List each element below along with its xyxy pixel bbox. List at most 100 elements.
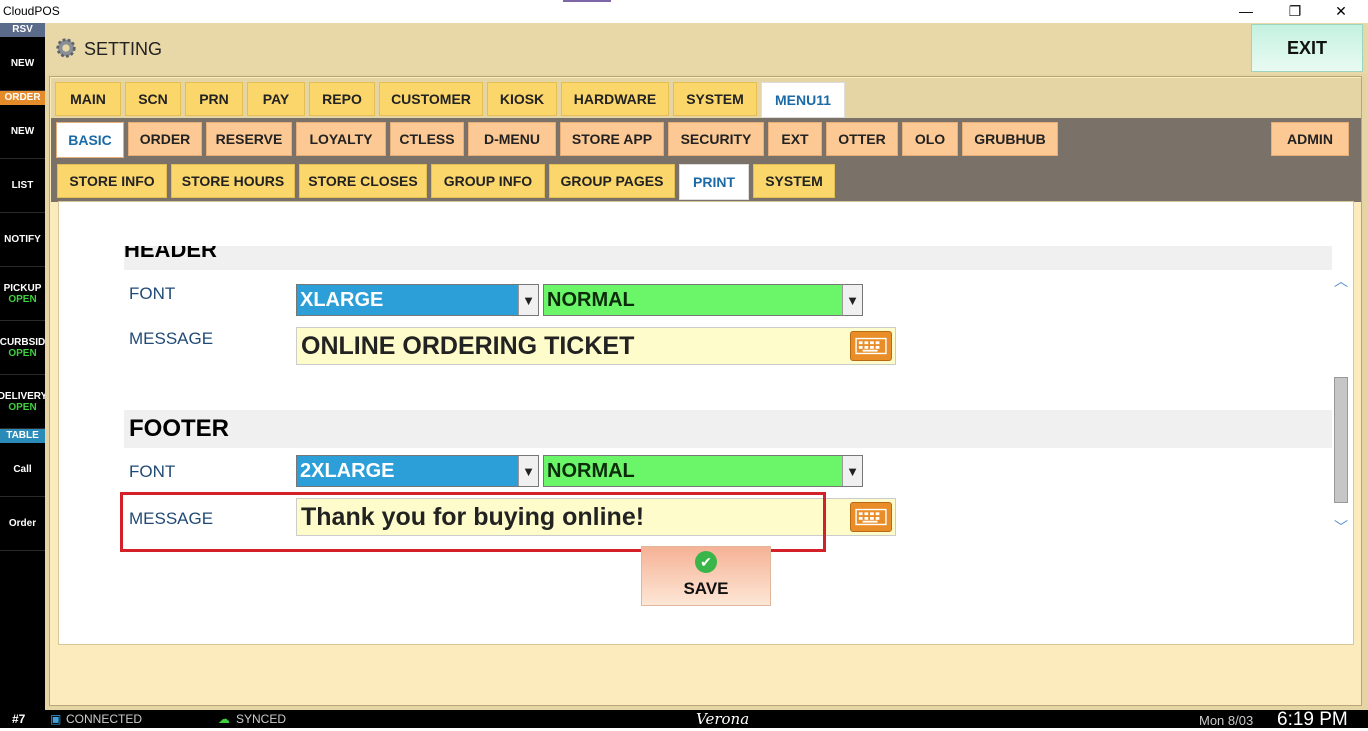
taskbar-accent — [563, 0, 611, 2]
save-button[interactable]: ✔ SAVE — [641, 546, 771, 606]
tab-store-app[interactable]: STORE APP — [560, 122, 664, 156]
tab-basic[interactable]: BASIC — [56, 122, 124, 158]
tab-reserve[interactable]: RESERVE — [206, 122, 292, 156]
scroll-up-icon[interactable]: ︿ — [1332, 271, 1350, 291]
exit-button[interactable]: EXIT — [1251, 24, 1363, 72]
header-font-style-select[interactable]: NORMAL ▼ — [543, 284, 863, 316]
sidebar-item-label: Order — [8, 518, 37, 529]
header-message-label: MESSAGE — [129, 329, 214, 348]
tab-system[interactable]: SYSTEM — [673, 82, 757, 116]
tab-scn[interactable]: SCN — [125, 82, 181, 116]
third-tab-row: STORE INFO STORE HOURS STORE CLOSES GROU… — [51, 160, 1361, 202]
store-name: Verona — [696, 710, 750, 728]
header-font-label: FONT — [129, 284, 176, 303]
curbside-status: OPEN — [8, 347, 37, 359]
tab-olo[interactable]: OLO — [902, 122, 958, 156]
header-font-size-value: XLARGE — [300, 288, 384, 311]
content-scrollbar[interactable]: ︿ ﹀ — [1332, 271, 1350, 535]
minimize-button[interactable]: — — [1223, 0, 1269, 23]
sidebar-item-label: LIST — [11, 180, 34, 191]
footer-font-size-select[interactable]: 2XLARGE ▼ — [296, 455, 539, 487]
footer-font-style-select[interactable]: NORMAL ▼ — [543, 455, 863, 487]
header-message-input[interactable]: ONLINE ORDERING TICKET — [296, 327, 896, 365]
rsv-new-label: NEW — [10, 58, 35, 69]
tab-store-info[interactable]: STORE INFO — [57, 164, 167, 198]
rsv-header: RSV — [0, 23, 45, 37]
tab-store-hours[interactable]: STORE HOURS — [171, 164, 295, 198]
tab-ctless[interactable]: CTLESS — [390, 122, 464, 156]
keyboard-icon[interactable] — [850, 502, 892, 532]
chevron-down-icon: ▼ — [842, 456, 862, 486]
pickup-status: OPEN — [8, 293, 37, 305]
tab-loyalty[interactable]: LOYALTY — [296, 122, 386, 156]
sidebar-item-label: CURBSID — [0, 336, 46, 348]
tab-group-info[interactable]: GROUP INFO — [431, 164, 545, 198]
curbside-button[interactable]: CURBSID OPEN — [0, 321, 45, 375]
order-list-button[interactable]: LIST — [0, 159, 45, 213]
maximize-button[interactable]: ❐ — [1272, 0, 1318, 23]
tab-hardware[interactable]: HARDWARE — [561, 82, 669, 116]
delivery-button[interactable]: DELIVERY OPEN — [0, 375, 45, 429]
tab-menu11[interactable]: MENU11 — [761, 82, 845, 118]
sync-status: SYNCED — [236, 712, 287, 726]
tab-security[interactable]: SECURITY — [668, 122, 764, 156]
tab-print-system[interactable]: SYSTEM — [753, 164, 835, 198]
chevron-down-icon: ▼ — [518, 456, 538, 486]
page-title: SETTING — [84, 39, 163, 59]
left-sidebar: RSV NEW ORDER NEW LIST NOTIFY PICKUP OPEN… — [0, 23, 45, 710]
footer-font-size-value: 2XLARGE — [300, 459, 395, 482]
main-area: SETTING EXIT MAIN SCN PRN PAY REPO CUSTO… — [45, 23, 1368, 710]
keyboard-icon[interactable] — [850, 331, 892, 361]
window-title-bar: CloudPOS — ❐ ✕ — [0, 0, 1368, 23]
window-title: CloudPOS — [3, 4, 60, 18]
cloud-icon: ☁ — [218, 712, 230, 726]
tab-d-menu[interactable]: D-MENU — [468, 122, 556, 156]
terminal-number: #7 — [12, 712, 26, 726]
tab-ext[interactable]: EXT — [768, 122, 822, 156]
tab-main[interactable]: MAIN — [55, 82, 121, 116]
sidebar-item-label: DELIVERY — [0, 390, 45, 402]
scrollbar-thumb[interactable] — [1334, 377, 1348, 503]
tab-admin[interactable]: ADMIN — [1271, 122, 1349, 156]
tab-order[interactable]: ORDER — [128, 122, 202, 156]
table-order-button[interactable]: Order — [0, 497, 45, 551]
save-label: SAVE — [683, 579, 729, 598]
tab-customer[interactable]: CUSTOMER — [379, 82, 483, 116]
call-button[interactable]: Call — [0, 443, 45, 497]
notify-button[interactable]: NOTIFY — [0, 213, 45, 267]
sidebar-item-label: PICKUP — [3, 282, 42, 294]
rsv-new-button[interactable]: NEW — [0, 37, 45, 91]
chevron-down-icon: ▼ — [518, 285, 538, 315]
tab-otter[interactable]: OTTER — [826, 122, 898, 156]
pickup-button[interactable]: PICKUP OPEN — [0, 267, 45, 321]
status-bar: #7 ▣ CONNECTED ☁ SYNCED Verona Mon 8/03 … — [0, 709, 1368, 730]
sub-tab-row: BASIC ORDER RESERVE LOYALTY CTLESS D-MEN… — [51, 118, 1361, 160]
monitor-icon: ▣ — [50, 712, 62, 726]
table-header: TABLE — [0, 429, 45, 443]
chevron-down-icon: ▼ — [842, 285, 862, 315]
delivery-status: OPEN — [8, 401, 37, 413]
close-window-button[interactable]: ✕ — [1318, 0, 1364, 23]
tab-repo[interactable]: REPO — [309, 82, 375, 116]
header-message-value: ONLINE ORDERING TICKET — [301, 331, 635, 360]
status-date: Mon 8/03 — [1199, 713, 1254, 728]
header-font-style-value: NORMAL — [547, 288, 635, 311]
tab-grubhub[interactable]: GRUBHUB — [962, 122, 1058, 156]
footer-font-label: FONT — [129, 462, 176, 481]
header-font-size-select[interactable]: XLARGE ▼ — [296, 284, 539, 316]
header-section-title: HEADER — [124, 246, 1332, 270]
connection-status: CONNECTED — [66, 712, 143, 726]
footer-section-title: FOOTER — [124, 410, 1332, 448]
scroll-down-icon[interactable]: ﹀ — [1332, 517, 1350, 537]
sidebar-item-label: NOTIFY — [4, 234, 41, 245]
tab-print[interactable]: PRINT — [679, 164, 749, 200]
tab-prn[interactable]: PRN — [185, 82, 243, 116]
tab-kiosk[interactable]: KIOSK — [487, 82, 557, 116]
order-new-button[interactable]: NEW — [0, 105, 45, 159]
sidebar-item-label: Call — [13, 464, 32, 475]
tab-group-pages[interactable]: GROUP PAGES — [549, 164, 675, 198]
footer-message-highlight — [120, 492, 826, 552]
settings-panel: MAIN SCN PRN PAY REPO CUSTOMER KIOSK HAR… — [49, 76, 1362, 706]
tab-pay[interactable]: PAY — [247, 82, 305, 116]
tab-store-closes[interactable]: STORE CLOSES — [299, 164, 427, 198]
